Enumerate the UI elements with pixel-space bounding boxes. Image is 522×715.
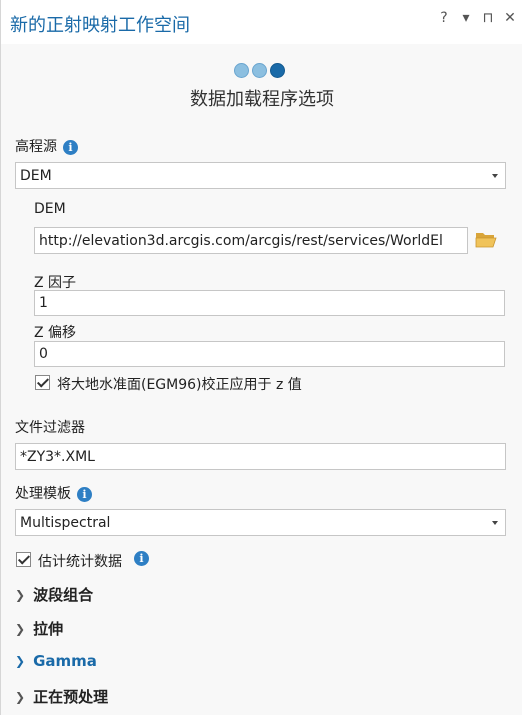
file-filter-value: *ZY3*.XML — [20, 448, 95, 465]
step-3-indicator — [270, 63, 285, 78]
dem-label: DEM — [34, 201, 66, 217]
section-label: 正在预处理 — [33, 688, 109, 706]
info-icon[interactable]: i — [134, 550, 149, 566]
pin-icon[interactable]: ⊓ — [481, 10, 495, 26]
info-icon[interactable]: i — [77, 486, 92, 502]
chevron-down-icon — [492, 520, 498, 525]
pane-menu-icon[interactable]: ▾ — [459, 10, 473, 26]
ortho-workspace-pane: 新的正射映射工作空间 ? ▾ ⊓ ✕ 数据加载程序选项 高程源 i DEM DEM… — [0, 0, 522, 715]
pane-title: 新的正射映射工作空间 — [10, 15, 190, 36]
dem-url-value: http://elevation3d.arcgis.com/arcgis/res… — [39, 232, 443, 249]
estimate-statistics-label-text: 估计统计数据 — [38, 554, 122, 570]
wizard-progress — [234, 63, 285, 78]
close-icon[interactable]: ✕ — [503, 10, 517, 26]
processing-template-label: 处理模板 i — [15, 483, 92, 503]
help-icon[interactable]: ? — [437, 10, 451, 26]
section-label: Gamma — [33, 652, 97, 670]
info-icon[interactable]: i — [63, 139, 78, 155]
step-1-indicator — [234, 63, 249, 78]
wizard-step-title: 数据加载程序选项 — [190, 89, 334, 110]
file-filter-label: 文件过滤器 — [15, 420, 85, 436]
estimate-statistics-checkbox[interactable] — [16, 552, 31, 567]
z-offset-value: 0 — [39, 346, 48, 362]
chevron-right-icon: ❯ — [15, 689, 26, 704]
section-band-combination[interactable]: ❯ 波段组合 — [15, 584, 93, 605]
elevation-source-value: DEM — [20, 167, 52, 184]
file-filter-input[interactable]: *ZY3*.XML — [15, 443, 506, 470]
z-offset-input[interactable]: 0 — [34, 341, 505, 367]
dem-url-input[interactable]: http://elevation3d.arcgis.com/arcgis/res… — [34, 227, 468, 254]
pane-controls: ? ▾ ⊓ ✕ — [437, 10, 517, 26]
z-offset-label: Z 偏移 — [34, 325, 77, 341]
estimate-statistics-label: 估计统计数据 i — [38, 550, 149, 571]
chevron-right-icon: ❯ — [15, 587, 26, 602]
geoid-correction-checkbox[interactable] — [35, 375, 50, 390]
processing-template-label-text: 处理模板 — [15, 486, 71, 502]
chevron-down-icon — [492, 173, 498, 178]
z-factor-input[interactable]: 1 — [34, 290, 505, 316]
elevation-source-label: 高程源 i — [15, 136, 78, 156]
pane-titlebar: 新的正射映射工作空间 ? ▾ ⊓ ✕ — [1, 0, 522, 44]
geoid-correction-label: 将大地水准面(EGM96)校正应用于 z 值 — [57, 377, 302, 393]
chevron-right-icon: ❯ — [15, 654, 26, 668]
processing-template-dropdown[interactable]: Multispectral — [15, 509, 506, 536]
section-label: 拉伸 — [33, 620, 64, 638]
elevation-source-dropdown[interactable]: DEM — [15, 162, 506, 189]
section-gamma[interactable]: ❯ Gamma — [15, 652, 97, 670]
section-preprocessing[interactable]: ❯ 正在预处理 — [15, 686, 108, 707]
section-label: 波段组合 — [33, 586, 94, 604]
chevron-right-icon: ❯ — [15, 621, 26, 636]
z-factor-value: 1 — [39, 295, 48, 311]
folder-open-icon[interactable] — [475, 230, 497, 248]
elevation-source-label-text: 高程源 — [15, 139, 57, 155]
step-2-indicator — [252, 63, 267, 78]
section-stretch[interactable]: ❯ 拉伸 — [15, 618, 63, 639]
z-factor-label: Z 因子 — [34, 275, 77, 291]
processing-template-value: Multispectral — [20, 514, 111, 531]
